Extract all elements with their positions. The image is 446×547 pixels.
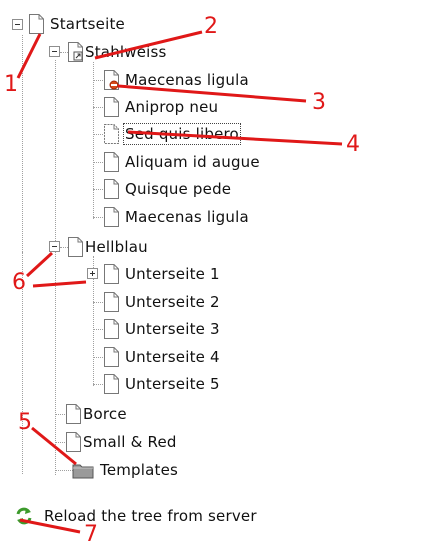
tree-line [55,442,65,443]
tree-line [55,60,56,475]
tree-node-label: Sed quis libero [123,123,241,145]
tree-line [55,470,73,471]
tree-node-hellblau[interactable]: Hellblau [67,235,148,259]
tree-node-label: Unterseite 5 [125,375,220,393]
tree-node-templates[interactable]: Templates [72,458,178,482]
tree-line [93,302,103,303]
callout-number-3: 3 [312,90,326,115]
tree-node-label: Unterseite 4 [125,348,220,366]
collapse-startseite-toggle[interactable] [12,19,23,30]
tree-node-startseite[interactable]: Startseite [28,12,125,36]
page-icon [104,124,119,144]
page-tree: Startseite Stahlweiss Maecenas ligula An… [0,0,446,545]
page-icon [104,264,119,284]
page-icon [66,432,81,452]
tree-node-maecenas-ligula-2[interactable]: Maecenas ligula [103,205,249,229]
page-icon [104,374,119,394]
collapse-hellblau-toggle[interactable] [49,241,60,252]
refresh-icon [16,507,32,525]
callout-number-1: 1 [4,72,18,97]
tree-node-unterseite-5[interactable]: Unterseite 5 [103,372,220,396]
page-hidden-icon [104,70,119,90]
page-icon [104,292,119,312]
page-icon [104,207,119,227]
tree-line [93,62,94,219]
tree-node-label: Quisque pede [125,180,232,198]
tree-node-label: Aliquam id augue [125,153,260,171]
page-icon [68,237,83,257]
tree-node-aliquam-id-augue[interactable]: Aliquam id augue [103,150,260,174]
page-icon [104,319,119,339]
callout-number-5: 5 [18,410,32,435]
tree-node-label: Hellblau [85,238,148,256]
callout-number-6: 6 [12,270,26,295]
tree-line [22,35,23,252]
tree-node-label: Unterseite 1 [125,265,220,283]
tree-node-label: Unterseite 2 [125,293,220,311]
tree-node-label: Maecenas ligula [125,208,249,226]
callout-number-7: 7 [84,522,98,547]
tree-line [93,217,103,218]
tree-node-quisque-pede[interactable]: Quisque pede [103,177,231,201]
collapse-stahlweiss-toggle[interactable] [49,46,60,57]
tree-node-label: Small & Red [83,433,177,451]
tree-line [93,107,103,108]
page-link-icon [68,42,83,62]
tree-node-unterseite-1[interactable]: Unterseite 1 [103,262,220,286]
tree-node-small-and-red[interactable]: Small & Red [65,430,177,454]
callout-number-4: 4 [346,132,360,157]
tree-node-maecenas-ligula[interactable]: Maecenas ligula [103,68,249,92]
tree-line [93,384,103,385]
page-icon [104,97,119,117]
tree-node-unterseite-3[interactable]: Unterseite 3 [103,317,220,341]
tree-line [93,162,103,163]
page-icon [29,14,44,34]
tree-node-label: Templates [100,461,179,479]
page-icon [104,179,119,199]
page-icon [66,404,81,424]
tree-node-aniprop-neu[interactable]: Aniprop neu [103,95,218,119]
reload-tree-label: Reload the tree from server [44,507,257,525]
expand-unterseite-1-toggle[interactable] [87,268,98,279]
reload-tree-link[interactable]: Reload the tree from server [14,504,257,528]
page-icon [104,347,119,367]
tree-node-sed-quis-libero[interactable]: Sed quis libero [103,122,241,146]
tree-node-label: Unterseite 3 [125,320,220,338]
tree-node-unterseite-2[interactable]: Unterseite 2 [103,290,220,314]
tree-node-label: Maecenas ligula [125,71,249,89]
tree-node-label: Aniprop neu [125,98,219,116]
page-icon [104,152,119,172]
tree-line [93,80,103,81]
tree-line [55,414,65,415]
tree-node-label: Stahlweiss [85,43,167,61]
tree-node-stahlweiss[interactable]: Stahlweiss [67,40,167,64]
tree-node-unterseite-4[interactable]: Unterseite 4 [103,345,220,369]
tree-line [93,329,103,330]
tree-line [93,134,103,135]
tree-line [93,357,103,358]
tree-node-label: Startseite [50,15,125,33]
tree-node-label: Borce [83,405,127,423]
folder-icon [72,464,94,479]
tree-node-borce[interactable]: Borce [65,402,127,426]
callout-number-2: 2 [204,14,218,39]
tree-line [93,189,103,190]
